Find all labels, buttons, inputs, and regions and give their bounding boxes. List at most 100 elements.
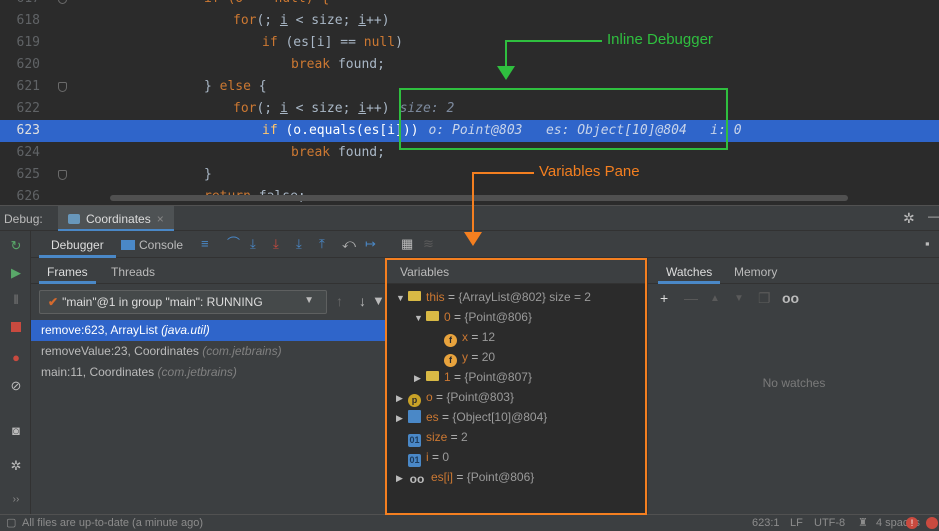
camera-icon[interactable]: ◙ <box>9 424 23 438</box>
field-icon: f <box>444 334 457 347</box>
expand-icon[interactable]: ▶ <box>396 388 408 408</box>
code-token: i <box>358 13 367 28</box>
variable-row[interactable]: ▼ 0 = {Point@806} <box>414 307 532 327</box>
variable-row[interactable]: ▼ this = {ArrayList@802} size = 2 <box>396 287 591 307</box>
list-icon <box>426 371 439 381</box>
watches-panel: Watches Memory + — ▲ ▼ ❐ oo No watches <box>647 258 939 514</box>
tab-threads[interactable]: Threads <box>111 265 155 279</box>
glasses-icon[interactable]: oo <box>782 290 799 306</box>
tab-console-label: Console <box>139 238 184 252</box>
code-line[interactable]: 618 for(; i < size; i++) <box>0 10 939 32</box>
equals-sign: = <box>468 350 482 364</box>
gear-icon[interactable]: ✲ <box>903 210 915 227</box>
tab-watches[interactable]: Watches <box>658 258 721 284</box>
pause-icon[interactable]: ‖ <box>9 293 23 307</box>
line-separator[interactable]: LF <box>790 515 803 531</box>
force-step-into-icon[interactable]: ⤓ <box>296 237 302 251</box>
code-text: } <box>204 164 212 186</box>
drop-frame-icon[interactable]: ⤺ <box>342 237 356 251</box>
menu-icon[interactable]: ≡ <box>201 237 209 251</box>
collapse-icon[interactable]: ▼ <box>414 308 426 328</box>
status-window-icon[interactable]: ▢ <box>6 515 16 531</box>
tab-memory[interactable]: Memory <box>734 265 777 279</box>
caret-position[interactable]: 623:1 <box>752 515 780 531</box>
move-up-icon[interactable]: ▲ <box>710 293 720 304</box>
variable-row[interactable]: fy = 20 <box>432 347 495 367</box>
stop-icon[interactable] <box>9 321 23 335</box>
view-breakpoints-icon[interactable]: ● <box>9 351 23 365</box>
editor-horizontal-scrollbar[interactable] <box>110 195 848 201</box>
copy-icon[interactable]: ❐ <box>758 290 771 307</box>
tab-console[interactable]: Console <box>121 238 183 252</box>
equals-sign: = <box>468 330 482 344</box>
fold-icon[interactable] <box>58 82 67 92</box>
close-icon[interactable]: × <box>157 212 164 226</box>
evaluate-expression-icon[interactable]: ▦ <box>401 237 413 251</box>
minimize-icon[interactable]: — <box>928 209 939 223</box>
code-line[interactable]: 622 for(; i < size; i++) size: 2 <box>0 98 939 120</box>
variable-value: {ArrayList@802} size = 2 <box>458 290 591 304</box>
settings-icon[interactable]: ✲ <box>9 459 23 473</box>
line-number: 619 <box>16 35 40 50</box>
add-watch-icon[interactable]: + <box>660 290 668 306</box>
mute-breakpoints-icon[interactable]: ⊘ <box>9 379 23 393</box>
check-icon: ✔ <box>48 295 59 309</box>
run-to-cursor-icon[interactable]: ↦ <box>365 237 376 251</box>
move-down-icon[interactable]: ▼ <box>734 293 744 304</box>
variable-row[interactable]: fx = 12 <box>432 327 495 347</box>
step-over-icon[interactable]: ⤓ <box>250 237 256 251</box>
tab-coordinates[interactable]: Coordinates × <box>58 206 174 232</box>
lock-icon[interactable]: ♜ <box>858 515 868 531</box>
rerun-icon[interactable]: ↻ <box>9 239 23 253</box>
step-into-icon[interactable]: ⤓ <box>273 237 279 251</box>
resume-icon[interactable]: ▶ <box>9 266 23 280</box>
tab-debugger[interactable]: Debugger <box>39 231 116 258</box>
expand-icon[interactable]: ▶ <box>414 368 426 388</box>
tab-frames[interactable]: Frames <box>39 258 96 284</box>
frame-row[interactable]: removeValue:23, Coordinates (com.jetbrai… <box>31 341 385 362</box>
variable-row[interactable]: ▶ 1 = {Point@807} <box>414 367 532 387</box>
variable-row[interactable]: ▶ oo es[i] = {Point@806} <box>396 467 534 487</box>
thread-selector[interactable]: ✔ "main"@1 in group "main": RUNNING ▼ <box>39 290 327 314</box>
event-log-icon[interactable]: ! <box>906 517 918 529</box>
more-icon[interactable]: ›› <box>9 493 23 507</box>
variable-row[interactable]: 01 i = 0 <box>396 447 449 467</box>
frame-row[interactable]: main:11, Coordinates (com.jetbrains) <box>31 362 385 383</box>
collapse-icon[interactable]: ▼ <box>396 288 408 308</box>
variable-value: 20 <box>481 350 496 364</box>
expand-icon[interactable]: ▶ <box>396 408 408 428</box>
code-line[interactable]: 621} else { <box>0 76 939 98</box>
code-line[interactable]: 619 if (es[i] == null) <box>0 32 939 54</box>
variable-row[interactable]: ▶ p o = {Point@803} <box>396 387 514 407</box>
code-text: for(; i < size; i++) <box>233 10 390 32</box>
variable-row[interactable]: 01 size = 2 <box>396 427 468 447</box>
variable-row[interactable]: ▶ es = {Object[10]@804} <box>396 407 547 427</box>
code-text: if (es[i] == null) <box>262 32 403 54</box>
variable-name: this <box>426 290 445 304</box>
frame-method: remove:623, ArrayList <box>41 323 158 337</box>
frame-row[interactable]: remove:623, ArrayList (java.util) <box>31 320 385 341</box>
show-execution-point-icon[interactable]: ⌒ <box>227 237 240 251</box>
code-line[interactable]: 617 if (o == null) { <box>0 0 939 10</box>
notification-icon[interactable] <box>926 517 938 529</box>
line-number: 620 <box>16 57 40 72</box>
line-number: 617 <box>0 0 40 10</box>
expand-icon[interactable]: ▶ <box>396 468 408 488</box>
layout-icon[interactable]: ▪ <box>925 237 930 251</box>
code-line[interactable]: 623 if (o.equals(es[i])) o: Point@803 es: … <box>0 120 939 142</box>
code-line[interactable]: 620 break found; <box>0 54 939 76</box>
code-token: } <box>204 167 212 182</box>
step-out-icon[interactable]: ⤒ <box>319 237 325 251</box>
code-editor[interactable]: 617if (o == null) {618for(; i < size; i+… <box>0 0 939 205</box>
arrow-up-icon[interactable]: ↑ <box>336 293 343 309</box>
fold-icon[interactable] <box>58 0 67 4</box>
code-line[interactable]: 624 break found; <box>0 142 939 164</box>
arrow-down-icon[interactable]: ↓ <box>359 293 366 309</box>
trace-icon[interactable]: ≋ <box>423 237 434 251</box>
fold-icon[interactable] <box>58 170 67 180</box>
filter-icon[interactable]: ▼ <box>372 293 385 308</box>
code-token: i <box>358 101 367 116</box>
remove-watch-icon[interactable]: — <box>684 290 698 306</box>
code-line[interactable]: 625} <box>0 164 939 186</box>
file-encoding[interactable]: UTF-8 <box>814 515 845 531</box>
